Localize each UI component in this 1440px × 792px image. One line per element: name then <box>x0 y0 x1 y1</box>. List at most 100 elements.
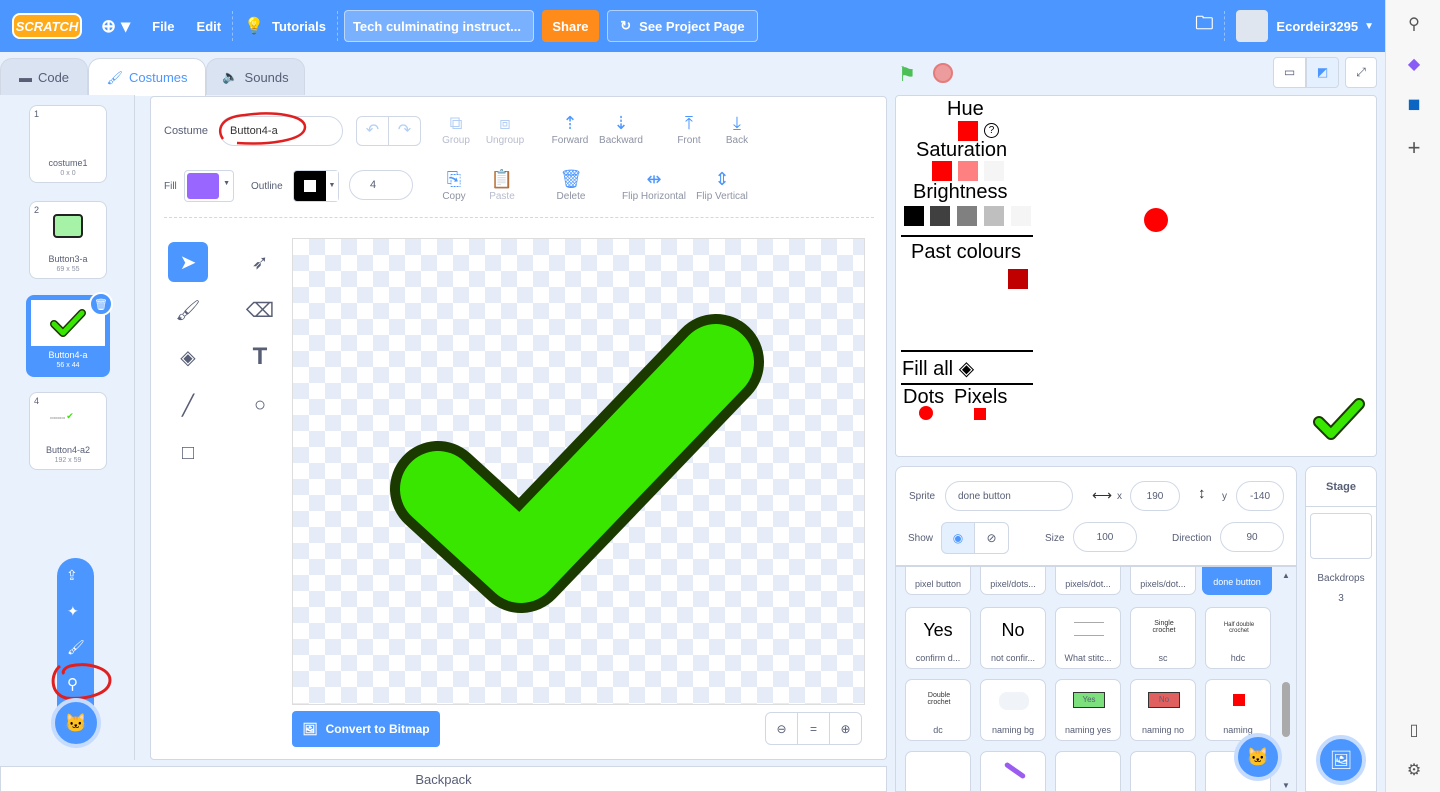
flip-vertical-button[interactable]: ⇕ Flip Vertical <box>686 169 758 202</box>
sidebar-toggle-icon[interactable]: ▯ <box>1402 718 1426 742</box>
pixels-label[interactable]: Pixels <box>954 386 1007 409</box>
costume-item[interactable]: 4 ▭▭▭▭ ✔ Button4-a2 192 x 59 <box>29 392 107 470</box>
done-button-sprite[interactable] <box>1311 394 1369 444</box>
paste-button[interactable]: 📋 Paste <box>472 169 532 202</box>
see-project-page-button[interactable]: ↻ See Project Page <box>606 10 758 42</box>
ungroup-button[interactable]: ⧈ Ungroup <box>475 113 535 146</box>
sprite-tile[interactable]: What stitc... <box>1055 607 1121 669</box>
dot-sample[interactable] <box>919 406 933 420</box>
surprise-icon[interactable]: ✦ <box>67 603 79 620</box>
show-visible-button[interactable]: ◉ <box>941 522 975 554</box>
backward-button[interactable]: ⇣ Backward <box>591 113 651 146</box>
brightness-swatch[interactable] <box>930 206 950 226</box>
sprite-tile[interactable]: No naming no <box>1130 679 1196 741</box>
sprite-tile[interactable]: Yes naming yes <box>1055 679 1121 741</box>
language-menu[interactable]: ⊕ ▾ <box>90 0 141 52</box>
scroll-down-icon[interactable]: ▼ <box>1282 781 1290 790</box>
fill-tool[interactable]: ◈ <box>168 337 208 377</box>
tab-code[interactable]: ▬ Code <box>0 58 88 95</box>
copilot-icon[interactable]: ◆ <box>1402 52 1426 76</box>
sprite-tile[interactable] <box>1055 751 1121 791</box>
redo-button[interactable]: ↷ <box>388 116 421 146</box>
backdrop-thumbnail[interactable] <box>1310 513 1372 559</box>
sprite-tile[interactable]: pixels/dot... <box>1055 567 1121 595</box>
brightness-swatch[interactable] <box>984 206 1004 226</box>
stop-button[interactable] <box>933 63 953 83</box>
delete-costume-button[interactable]: 🗑 <box>89 292 113 316</box>
account-menu[interactable]: Ecordeir3295 ▼ <box>1225 0 1385 52</box>
x-input[interactable]: 190 <box>1130 481 1180 511</box>
brightness-swatch[interactable] <box>1011 206 1031 226</box>
rectangle-tool[interactable]: □ <box>168 433 208 473</box>
sprite-tile[interactable]: Single crochet sc <box>1130 607 1196 669</box>
normal-stage-button[interactable]: ◩ <box>1306 57 1339 88</box>
eraser-tool[interactable]: ⌫ <box>240 290 280 330</box>
sprite-tile[interactable]: No not confir... <box>980 607 1046 669</box>
tutorials-button[interactable]: 💡 Tutorials <box>233 0 337 52</box>
y-input[interactable]: -140 <box>1236 481 1284 511</box>
pixel-sample[interactable] <box>974 408 986 420</box>
back-button[interactable]: ⤓ Back <box>707 113 767 146</box>
delete-button[interactable]: 🗑 Delete <box>541 169 601 202</box>
backpack-bar[interactable]: Backpack <box>0 766 887 792</box>
direction-input[interactable]: 90 <box>1220 522 1284 552</box>
text-tool[interactable]: T <box>240 337 280 377</box>
line-tool[interactable]: ╱ <box>168 385 208 425</box>
zoom-reset-button[interactable]: = <box>798 713 830 744</box>
green-flag-button[interactable]: ⚑ <box>898 62 922 86</box>
choose-backdrop-button[interactable]: 🖼 <box>1316 735 1366 785</box>
outline-color-picker[interactable]: ▼ <box>293 170 339 202</box>
project-title-input[interactable]: Tech culminating instruct... <box>343 10 534 42</box>
tab-sounds[interactable]: 🔈 Sounds <box>206 58 305 95</box>
outline-width-input[interactable]: 4 <box>349 170 413 200</box>
scroll-up-icon[interactable]: ▲ <box>1282 571 1290 580</box>
zoom-out-button[interactable]: ⊖ <box>766 713 798 744</box>
sprite-tile[interactable]: naming bg <box>980 679 1046 741</box>
fill-all-heading[interactable]: Fill all ◈ <box>902 356 974 381</box>
sprite-tile[interactable] <box>1130 751 1196 791</box>
settings-gear-icon[interactable]: ⚙ <box>1402 758 1426 782</box>
checkmark-shape[interactable] <box>293 239 865 705</box>
sprite-tile[interactable]: Yes confirm d... <box>905 607 971 669</box>
sprite-tile[interactable] <box>905 751 971 791</box>
saturation-swatch[interactable] <box>932 161 952 181</box>
fullscreen-button[interactable]: ⤢ <box>1345 57 1377 88</box>
share-button[interactable]: Share <box>541 10 599 42</box>
reshape-tool[interactable]: ➶ <box>240 242 280 282</box>
brightness-swatch[interactable] <box>904 206 924 226</box>
show-hidden-button[interactable]: ⊘ <box>974 522 1009 554</box>
sprite-tile[interactable]: pixel button <box>905 567 971 595</box>
sprite-list-scrollbar[interactable] <box>1282 682 1290 737</box>
fill-color-picker[interactable]: ▼ <box>184 170 234 202</box>
undo-button[interactable]: ↶ <box>356 116 389 146</box>
edit-menu[interactable]: Edit <box>186 0 233 52</box>
saturation-swatch[interactable] <box>958 161 978 181</box>
saturation-swatch[interactable] <box>984 161 1004 181</box>
sprite-tile[interactable]: Double crochet dc <box>905 679 971 741</box>
outlook-icon[interactable]: ◼ <box>1402 92 1426 116</box>
help-icon[interactable]: ? <box>984 123 999 138</box>
sprite-name-input[interactable]: done button <box>945 481 1073 511</box>
add-icon[interactable]: + <box>1402 135 1426 160</box>
file-menu[interactable]: File <box>141 0 185 52</box>
convert-to-bitmap-button[interactable]: 🖼 Convert to Bitmap <box>292 711 440 747</box>
choose-costume-button[interactable]: 🐱 <box>51 698 101 748</box>
sprite-tile-selected[interactable]: done button <box>1202 567 1272 595</box>
small-stage-button[interactable]: ▭ <box>1273 57 1306 88</box>
select-tool[interactable]: ➤ <box>168 242 208 282</box>
costume-item[interactable]: 1 costume1 0 x 0 <box>29 105 107 183</box>
paint-icon[interactable]: 🖌 <box>67 639 85 656</box>
sprite-tile[interactable] <box>980 751 1046 791</box>
search-icon[interactable]: ⚲ <box>1402 12 1426 36</box>
flip-horizontal-button[interactable]: ⇹ Flip Horizontal <box>614 169 694 202</box>
zoom-in-button[interactable]: ⊕ <box>830 713 861 744</box>
hue-swatch[interactable] <box>958 121 978 141</box>
scratch-logo[interactable]: SCRATCH <box>12 13 82 39</box>
brightness-swatch[interactable] <box>957 206 977 226</box>
size-input[interactable]: 100 <box>1073 522 1137 552</box>
choose-sprite-button[interactable]: 🐱 <box>1234 733 1282 781</box>
my-stuff-button[interactable]: 🗀 <box>1184 0 1224 52</box>
tab-costumes[interactable]: 🖌 Costumes <box>88 58 206 96</box>
paint-canvas[interactable] <box>292 238 865 705</box>
stage[interactable]: Hue ? Saturation Brightness Past colours… <box>895 95 1377 457</box>
